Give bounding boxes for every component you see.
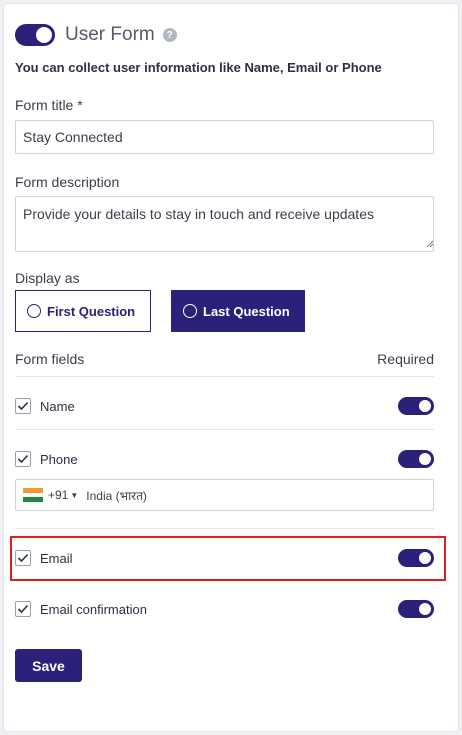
form-title-input[interactable] — [15, 120, 434, 154]
field-row-email-confirmation: Email confirmation — [15, 597, 434, 621]
subtitle: You can collect user information like Na… — [15, 60, 382, 75]
name-required-toggle[interactable] — [398, 397, 434, 415]
phone-checkbox[interactable] — [15, 451, 31, 467]
resize-grip-icon[interactable] — [426, 240, 434, 248]
option-first-question-label: First Question — [47, 303, 136, 319]
option-last-question[interactable]: Last Question — [171, 290, 305, 332]
divider — [15, 528, 434, 529]
checkbox-check-icon — [17, 401, 29, 411]
phone-preview-input[interactable]: +91 ▼ India (भारत) — [15, 479, 434, 511]
divider — [15, 376, 434, 377]
email-confirmation-required-toggle[interactable] — [398, 600, 434, 618]
display-as-label: Display as — [15, 270, 80, 286]
toggle-knob — [419, 603, 431, 615]
form-fields-header: Form fields Required — [15, 351, 434, 367]
field-label-phone: Phone — [40, 451, 78, 467]
name-checkbox[interactable] — [15, 398, 31, 414]
field-row-name: Name — [15, 394, 434, 418]
dial-code: +91 — [48, 488, 69, 502]
option-first-question[interactable]: First Question — [15, 290, 151, 332]
india-flag-icon[interactable] — [23, 488, 43, 503]
form-title-label: Form title * — [15, 97, 83, 113]
page-title: User Form — [65, 24, 155, 45]
divider — [15, 429, 434, 430]
checkbox-check-icon — [17, 604, 29, 614]
email-confirmation-checkbox[interactable] — [15, 601, 31, 617]
field-label-name: Name — [40, 398, 75, 414]
toggle-knob — [36, 27, 52, 43]
field-row-phone: Phone — [15, 447, 434, 471]
caret-down-icon[interactable]: ▼ — [70, 491, 78, 500]
radio-icon — [183, 304, 197, 318]
checkbox-check-icon — [17, 454, 29, 464]
save-button[interactable]: Save — [15, 649, 82, 682]
required-label: Required — [377, 351, 434, 367]
form-description-label: Form description — [15, 174, 120, 190]
country-name: India (भारत) — [86, 488, 147, 503]
form-fields-label: Form fields — [15, 351, 85, 367]
field-label-email: Email — [40, 550, 73, 566]
email-required-toggle[interactable] — [398, 549, 434, 567]
help-icon[interactable]: ? — [162, 28, 177, 42]
radio-icon — [27, 304, 41, 318]
option-last-question-label: Last Question — [203, 303, 290, 319]
email-checkbox[interactable] — [15, 550, 31, 566]
toggle-knob — [419, 552, 431, 564]
phone-required-toggle[interactable] — [398, 450, 434, 468]
user-form-toggle[interactable] — [15, 24, 55, 46]
field-row-email: Email — [15, 546, 434, 570]
checkbox-check-icon — [17, 553, 29, 563]
header: User Form ? — [15, 24, 177, 46]
toggle-knob — [419, 400, 431, 412]
field-label-email-confirmation: Email confirmation — [40, 601, 147, 617]
toggle-knob — [419, 453, 431, 465]
form-description-textarea[interactable]: Provide your details to stay in touch an… — [15, 196, 434, 252]
